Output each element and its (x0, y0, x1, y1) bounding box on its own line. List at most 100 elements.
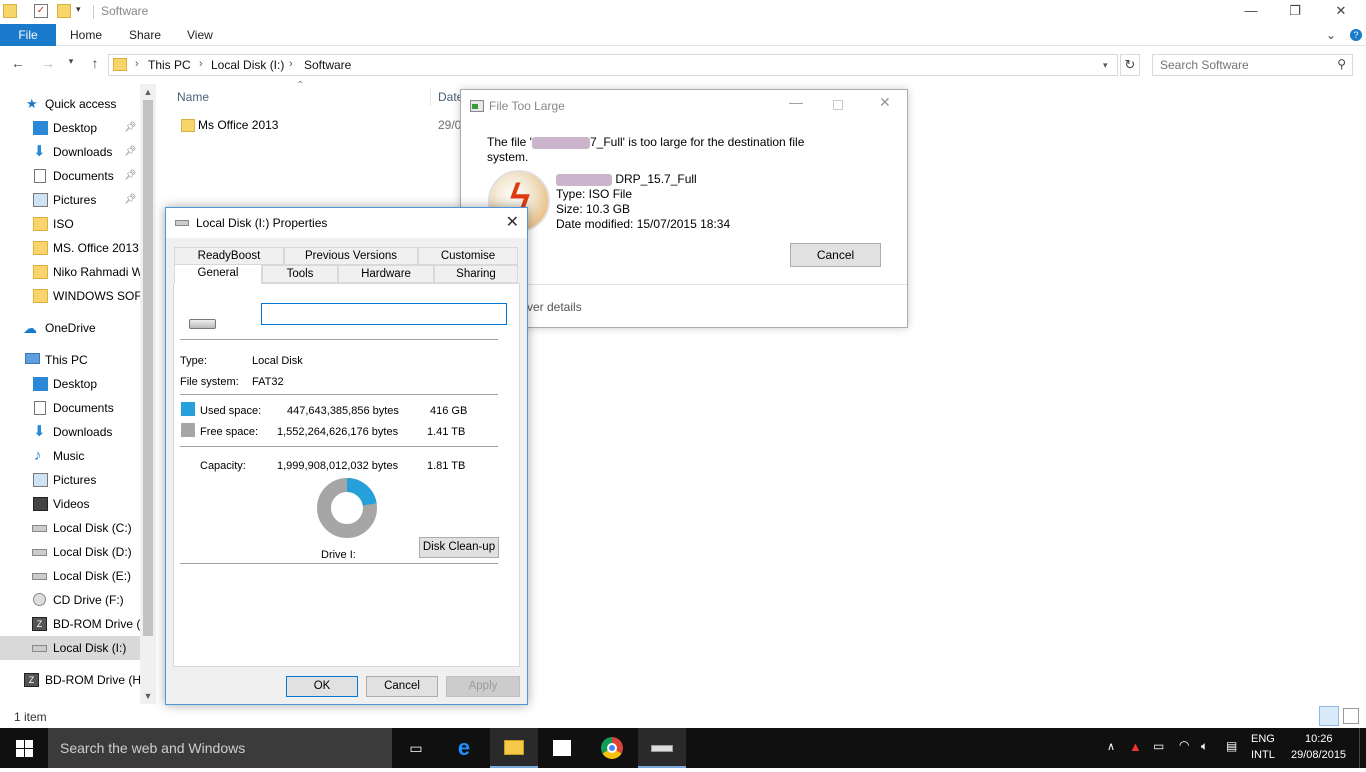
search-input[interactable] (1153, 55, 1323, 75)
nav-this-pc[interactable]: This PC (0, 348, 140, 372)
volume-label-input[interactable] (261, 303, 507, 325)
tab-sharing[interactable]: Sharing (434, 265, 518, 283)
start-button[interactable] (0, 728, 48, 768)
close-button[interactable]: ✕ (1318, 0, 1364, 24)
breadcrumb-this-pc[interactable]: This PC (148, 58, 191, 72)
maximize-button[interactable] (833, 100, 843, 110)
forward-button[interactable]: → (39, 55, 57, 71)
search-box[interactable]: ⚲ (1152, 54, 1353, 76)
refresh-button[interactable]: ↻ (1120, 54, 1140, 76)
tab-view[interactable]: View (187, 24, 213, 46)
minimize-button[interactable]: — (1228, 0, 1274, 24)
nav-drive-d[interactable]: Local Disk (D:) (0, 540, 140, 564)
help-button[interactable]: ? (1350, 29, 1362, 41)
more-details-link[interactable]: ver details (527, 300, 582, 314)
nav-drive-f[interactable]: CD Drive (F:) (0, 588, 140, 612)
maximize-button[interactable]: ❐ (1272, 0, 1318, 24)
details-view-icon[interactable] (1319, 706, 1339, 726)
chrome-icon[interactable] (588, 728, 636, 768)
chevron-down-icon[interactable]: ▾ (76, 4, 90, 18)
address-bar[interactable]: › This PC › Local Disk (I:) › Software ▾ (108, 54, 1118, 76)
nav-onedrive[interactable]: ☁ OneDrive (0, 316, 140, 340)
language-code[interactable]: ENG (1251, 733, 1275, 745)
nav-bd-rom[interactable]: Z BD-ROM Drive (I (0, 612, 140, 636)
scroll-down-icon[interactable]: ▼ (140, 688, 156, 704)
tab-hardware[interactable]: Hardware (338, 265, 434, 283)
recent-locations-button[interactable]: ▾ (62, 56, 80, 67)
nav-drive-e[interactable]: Local Disk (E:) (0, 564, 140, 588)
wifi-icon[interactable]: ◠ (1179, 738, 1189, 752)
cancel-button[interactable]: Cancel (366, 676, 438, 697)
power-icon[interactable]: ▭ (1153, 739, 1164, 753)
nav-pc-downloads[interactable]: ⬇ Downloads (0, 420, 140, 444)
nav-pc-desktop[interactable]: Desktop (0, 372, 140, 396)
nav-scrollbar[interactable]: ▲ ▼ (140, 84, 156, 704)
nav-drive-i[interactable]: Local Disk (I:) (0, 636, 140, 660)
task-view-icon[interactable]: ▭ (392, 728, 440, 768)
column-header-name[interactable]: Name (177, 90, 209, 104)
close-button[interactable]: ✕ (879, 94, 891, 111)
nav-quick-access[interactable]: ★ Quick access (0, 92, 140, 116)
file-explorer-icon[interactable] (490, 728, 538, 768)
minimize-button[interactable]: — (789, 94, 803, 110)
nav-item-windows-soft[interactable]: WINDOWS SOFT (0, 284, 140, 308)
breadcrumb-local-disk[interactable]: Local Disk (I:) (211, 58, 284, 72)
tab-readyboost[interactable]: ReadyBoost (174, 247, 284, 265)
nav-item-desktop[interactable]: Desktop 📌︎ (0, 116, 140, 140)
tab-share[interactable]: Share (129, 24, 161, 46)
pin-icon[interactable]: 📌︎ (124, 188, 137, 212)
tab-home[interactable]: Home (70, 24, 102, 46)
breadcrumb-software[interactable]: Software (304, 58, 351, 72)
search-icon[interactable]: ⚲ (1337, 57, 1346, 71)
security-icon[interactable]: ▲ (1129, 739, 1142, 754)
back-button[interactable]: ← (9, 55, 27, 71)
chevron-right-icon[interactable]: › (289, 58, 293, 70)
show-hidden-icons[interactable]: ∧ (1107, 740, 1115, 753)
edge-icon[interactable]: e (440, 728, 488, 768)
clock-date[interactable]: 29/08/2015 (1291, 749, 1346, 761)
pin-icon[interactable]: 📌︎ (124, 140, 137, 164)
nav-pc-pictures[interactable]: Pictures (0, 468, 140, 492)
nav-item-niko[interactable]: Niko Rahmadi W (0, 260, 140, 284)
show-desktop-button[interactable] (1359, 728, 1366, 768)
tab-previous-versions[interactable]: Previous Versions (284, 247, 418, 265)
volume-icon[interactable]: 🔈︎ (1201, 739, 1208, 754)
tab-tools[interactable]: Tools (262, 265, 338, 283)
nav-item-pictures[interactable]: Pictures 📌︎ (0, 188, 140, 212)
new-folder-icon[interactable] (57, 4, 71, 18)
nav-pc-music[interactable]: ♪ Music (0, 444, 140, 468)
large-icons-view-icon[interactable] (1343, 708, 1359, 724)
nav-bd-rom-h[interactable]: Z BD-ROM Drive (H (0, 668, 140, 692)
cancel-button[interactable]: Cancel (790, 243, 881, 267)
chevron-right-icon[interactable]: › (135, 58, 139, 70)
close-button[interactable]: ✕ (506, 212, 519, 232)
disk-cleanup-button[interactable]: Disk Clean-up (419, 537, 499, 558)
properties-icon[interactable]: ✓ (34, 4, 48, 18)
clock-time[interactable]: 10:26 (1305, 733, 1333, 745)
ok-button[interactable]: OK (286, 676, 358, 697)
nav-item-ms-office[interactable]: MS. Office 2013 (0, 236, 140, 260)
nav-pc-documents[interactable]: Documents (0, 396, 140, 420)
nav-drive-c[interactable]: Local Disk (C:) (0, 516, 140, 540)
language-layout[interactable]: INTL (1251, 749, 1275, 761)
scroll-up-icon[interactable]: ▲ (140, 84, 156, 100)
pin-icon[interactable]: 📌︎ (124, 116, 137, 140)
nav-item-documents[interactable]: Documents 📌︎ (0, 164, 140, 188)
tab-file[interactable]: File (0, 24, 56, 46)
nav-item-downloads[interactable]: ⬇ Downloads 📌︎ (0, 140, 140, 164)
chevron-right-icon[interactable]: › (199, 58, 203, 70)
tab-customise[interactable]: Customise (418, 247, 518, 265)
scroll-thumb[interactable] (143, 100, 153, 636)
tab-general[interactable]: General (174, 264, 262, 284)
nav-pc-videos[interactable]: Videos (0, 492, 140, 516)
pin-icon[interactable]: 📌︎ (124, 164, 137, 188)
action-center-icon[interactable]: ▤ (1226, 739, 1237, 753)
ribbon-expand-icon[interactable]: ⌄ (1326, 24, 1336, 46)
drive-properties-taskbar-icon[interactable] (638, 728, 686, 768)
store-icon[interactable] (538, 728, 586, 768)
taskbar-search[interactable]: Search the web and Windows (48, 728, 392, 768)
up-button[interactable]: ↑ (86, 55, 104, 71)
nav-item-iso[interactable]: ISO (0, 212, 140, 236)
chevron-down-icon[interactable]: ▾ (1103, 60, 1108, 71)
list-item[interactable]: Ms Office 2013 29/0 (176, 116, 461, 136)
